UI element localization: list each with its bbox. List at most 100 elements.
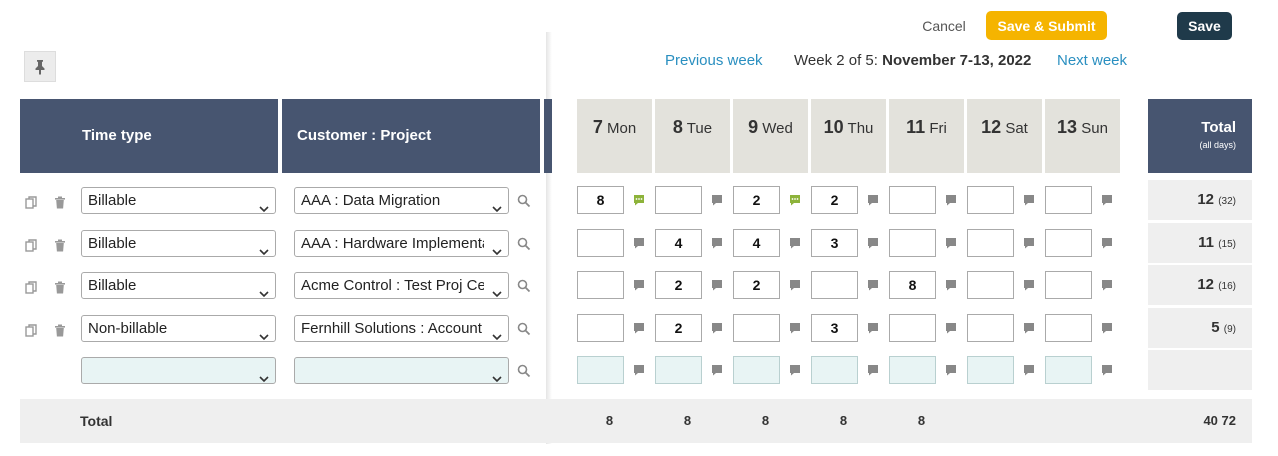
hours-input-sun[interactable] — [1045, 356, 1092, 384]
hours-input-wed[interactable]: 4 — [733, 229, 780, 257]
comment-icon[interactable] — [1101, 193, 1113, 206]
customer-project-select[interactable] — [294, 357, 509, 384]
hours-input-sun[interactable] — [1045, 271, 1092, 299]
hours-input-thu[interactable] — [811, 271, 858, 299]
previous-week-link[interactable]: Previous week — [665, 52, 763, 70]
comment-icon[interactable] — [711, 193, 723, 206]
hours-input-wed[interactable]: 2 — [733, 271, 780, 299]
comment-icon[interactable] — [711, 278, 723, 291]
hours-input-sat[interactable] — [967, 186, 1014, 214]
search-project-icon[interactable] — [517, 322, 531, 336]
pin-button[interactable] — [24, 51, 56, 82]
time-type-select[interactable]: Billable — [81, 187, 276, 214]
comment-icon[interactable] — [867, 193, 879, 206]
comment-icon[interactable] — [1023, 363, 1035, 376]
delete-row-icon[interactable] — [53, 323, 67, 337]
time-type-select[interactable]: Billable — [81, 272, 276, 299]
hours-input-fri[interactable] — [889, 186, 936, 214]
comment-icon[interactable] — [867, 363, 879, 376]
next-week-link[interactable]: Next week — [1057, 52, 1127, 70]
copy-row-icon[interactable] — [24, 280, 38, 294]
hours-input-mon[interactable] — [577, 229, 624, 257]
hours-input-mon[interactable] — [577, 314, 624, 342]
hours-input-tue[interactable] — [655, 186, 702, 214]
comment-icon[interactable] — [633, 363, 645, 376]
cancel-button[interactable]: Cancel — [910, 14, 978, 38]
search-project-icon[interactable] — [517, 237, 531, 251]
hours-input-fri[interactable]: 8 — [889, 271, 936, 299]
hours-input-sat[interactable] — [967, 314, 1014, 342]
copy-row-icon[interactable] — [24, 195, 38, 209]
time-type-select[interactable]: Billable — [81, 230, 276, 257]
hours-input-tue[interactable]: 2 — [655, 271, 702, 299]
save-button[interactable]: Save — [1177, 12, 1232, 40]
comment-icon[interactable] — [711, 236, 723, 249]
search-project-icon[interactable] — [517, 279, 531, 293]
hours-input-fri[interactable] — [889, 356, 936, 384]
comment-icon[interactable] — [945, 278, 957, 291]
time-type-select[interactable]: Non-billable — [81, 315, 276, 342]
customer-project-select[interactable]: AAA : Hardware Implementation — [294, 230, 509, 257]
copy-row-icon[interactable] — [24, 238, 38, 252]
comment-icon[interactable] — [945, 363, 957, 376]
hours-input-tue[interactable]: 4 — [655, 229, 702, 257]
comment-icon[interactable] — [945, 321, 957, 334]
delete-row-icon[interactable] — [53, 195, 67, 209]
save-and-submit-button[interactable]: Save & Submit — [986, 11, 1107, 40]
comment-icon[interactable] — [633, 236, 645, 249]
customer-project-select[interactable]: Acme Control : Test Proj Center — [294, 272, 509, 299]
hours-input-mon[interactable]: 8 — [577, 186, 624, 214]
hours-input-tue[interactable]: 2 — [655, 314, 702, 342]
comment-icon[interactable] — [867, 321, 879, 334]
comment-icon[interactable] — [711, 363, 723, 376]
comment-filled-icon[interactable] — [789, 193, 801, 206]
hours-input-wed[interactable] — [733, 314, 780, 342]
comment-icon[interactable] — [1101, 321, 1113, 334]
comment-icon[interactable] — [1023, 321, 1035, 334]
time-type-select[interactable] — [81, 357, 276, 384]
hours-input-thu[interactable]: 3 — [811, 229, 858, 257]
search-project-icon[interactable] — [517, 364, 531, 378]
hours-input-sat[interactable] — [967, 271, 1014, 299]
delete-row-icon[interactable] — [53, 280, 67, 294]
comment-icon[interactable] — [1023, 193, 1035, 206]
comment-icon[interactable] — [945, 193, 957, 206]
hours-input-thu[interactable]: 2 — [811, 186, 858, 214]
hours-input-fri[interactable] — [889, 229, 936, 257]
comment-icon[interactable] — [1101, 278, 1113, 291]
customer-project-select[interactable]: Fernhill Solutions : Account review — [294, 315, 509, 342]
comment-icon[interactable] — [867, 236, 879, 249]
comment-filled-icon[interactable] — [633, 193, 645, 206]
hours-input-thu[interactable]: 3 — [811, 314, 858, 342]
hours-input-wed[interactable] — [733, 356, 780, 384]
comment-icon[interactable] — [1023, 278, 1035, 291]
comment-icon[interactable] — [789, 278, 801, 291]
hours-input-sun[interactable] — [1045, 229, 1092, 257]
hours-input-wed[interactable]: 2 — [733, 186, 780, 214]
hours-input-sat[interactable] — [967, 356, 1014, 384]
hours-input-tue[interactable] — [655, 356, 702, 384]
comment-icon[interactable] — [789, 236, 801, 249]
comment-icon[interactable] — [1023, 236, 1035, 249]
hours-input-thu[interactable] — [811, 356, 858, 384]
comment-icon[interactable] — [789, 321, 801, 334]
comment-icon[interactable] — [945, 236, 957, 249]
delete-row-icon[interactable] — [53, 238, 67, 252]
comment-icon[interactable] — [633, 321, 645, 334]
hours-input-mon[interactable] — [577, 356, 624, 384]
comment-icon[interactable] — [1101, 363, 1113, 376]
comment-icon[interactable] — [633, 278, 645, 291]
search-project-icon[interactable] — [517, 194, 531, 208]
comment-icon[interactable] — [789, 363, 801, 376]
hours-input-sat[interactable] — [967, 229, 1014, 257]
comment-icon[interactable] — [1101, 236, 1113, 249]
row-total: 5 (9) — [1148, 308, 1252, 348]
comment-icon[interactable] — [711, 321, 723, 334]
comment-icon[interactable] — [867, 278, 879, 291]
hours-input-fri[interactable] — [889, 314, 936, 342]
hours-input-mon[interactable] — [577, 271, 624, 299]
customer-project-select[interactable]: AAA : Data Migration — [294, 187, 509, 214]
hours-input-sun[interactable] — [1045, 186, 1092, 214]
copy-row-icon[interactable] — [24, 323, 38, 337]
hours-input-sun[interactable] — [1045, 314, 1092, 342]
